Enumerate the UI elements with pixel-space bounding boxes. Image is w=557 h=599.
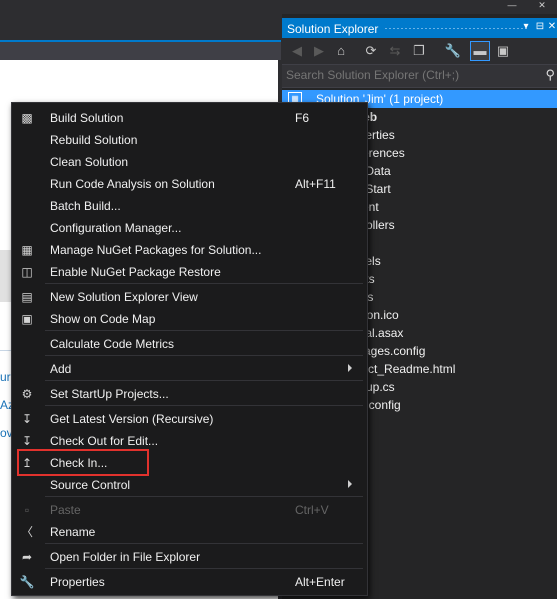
menu-item-batch-build[interactable]: Batch Build... — [12, 195, 367, 217]
dropdown-icon[interactable]: ▾ — [520, 20, 532, 34]
menu-item-label: Rename — [50, 525, 96, 539]
menu-item-label: Batch Build... — [50, 199, 121, 213]
menu-item-clean-solution[interactable]: Clean Solution — [12, 151, 367, 173]
code-map-icon: ▣ — [21, 312, 33, 326]
menu-item-open-folder-in-file-explorer[interactable]: ➦ Open Folder in File Explorer — [12, 546, 367, 568]
menu-item-label: Show on Code Map — [50, 312, 156, 326]
menu-item-paste: ▫ Paste Ctrl+V — [12, 499, 367, 521]
menu-item-label: Check Out for Edit... — [50, 434, 159, 448]
close-icon[interactable]: ✕ — [546, 20, 557, 34]
menu-item-manage-nuget-packages-for-solution[interactable]: ▦ Manage NuGet Packages for Solution... — [12, 239, 367, 261]
menu-item-add[interactable]: Add — [12, 358, 367, 380]
solution-context-menu: ▩ Build Solution F6 Rebuild Solution Clean S… — [11, 102, 368, 596]
pin-icon[interactable]: ⊟ — [534, 20, 546, 34]
menu-separator — [45, 405, 363, 406]
build-icon: ▩ — [21, 111, 33, 125]
page-text-fragment: ur — [0, 370, 11, 384]
window-top-strip: — ✕ — [0, 0, 557, 14]
menu-item-show-on-code-map[interactable]: ▣ Show on Code Map — [12, 308, 367, 330]
menu-item-shortcut: Ctrl+V — [295, 503, 329, 517]
menu-item-label: Build Solution — [50, 111, 124, 125]
menu-item-label: Add — [50, 362, 72, 376]
view-class-diagram-icon[interactable]: ▣ — [494, 42, 512, 60]
gear-icon: ⚙ — [21, 387, 33, 401]
menu-item-source-control[interactable]: Source Control — [12, 474, 367, 496]
preview-icon[interactable]: ▬ — [470, 41, 490, 61]
menu-item-label: Configuration Manager... — [50, 221, 182, 235]
check-out-icon: ↧ — [21, 434, 33, 448]
menu-item-properties[interactable]: 🔧 Properties Alt+Enter — [12, 571, 367, 593]
menu-item-shortcut: Alt+F11 — [295, 177, 336, 191]
menu-separator — [45, 380, 363, 381]
sync-icon[interactable]: ⇆ — [386, 42, 404, 60]
titlebar-grip — [384, 27, 527, 30]
properties-wrench-icon[interactable]: 🔧 — [444, 42, 462, 60]
menu-item-check-out-for-edit[interactable]: ↧ Check Out for Edit... — [12, 430, 367, 452]
menu-item-run-code-analysis-on-solution[interactable]: Run Code Analysis on Solution Alt+F11 — [12, 173, 367, 195]
menu-item-get-latest-version-recursive[interactable]: ↧ Get Latest Version (Recursive) — [12, 408, 367, 430]
minimize-icon[interactable]: — — [505, 0, 519, 10]
menu-item-label: Properties — [50, 575, 105, 589]
menu-separator — [45, 330, 363, 331]
menu-item-label: Check In... — [50, 456, 108, 470]
menu-item-configuration-manager[interactable]: Configuration Manager... — [12, 217, 367, 239]
menu-item-label: Paste — [50, 503, 81, 517]
paste-icon: ▫ — [24, 503, 30, 517]
menu-item-build-solution[interactable]: ▩ Build Solution F6 — [12, 107, 367, 129]
search-input[interactable] — [286, 67, 536, 83]
menu-item-label: Manage NuGet Packages for Solution... — [50, 243, 262, 257]
back-icon[interactable]: ◀ — [288, 42, 306, 60]
package-restore-icon: ◫ — [21, 265, 33, 279]
menu-item-label: Run Code Analysis on Solution — [50, 177, 215, 191]
get-latest-icon: ↧ — [21, 412, 33, 426]
solution-explorer-search[interactable]: ⚲ — [282, 64, 557, 88]
menu-item-label: Set StartUp Projects... — [50, 387, 169, 401]
menu-item-set-startup-projects[interactable]: ⚙ Set StartUp Projects... — [12, 383, 367, 405]
open-folder-icon: ➦ — [21, 550, 33, 564]
menu-item-label: Enable NuGet Package Restore — [50, 265, 221, 279]
forward-icon[interactable]: ▶ — [310, 42, 328, 60]
check-in-icon: ↥ — [21, 456, 33, 470]
menu-item-shortcut: F6 — [295, 111, 310, 125]
document-toolbar — [0, 42, 281, 60]
solution-explorer-titlebar: Solution Explorer ▾ ⊟ ✕ — [282, 18, 557, 38]
submenu-arrow-icon — [348, 364, 352, 372]
menu-item-new-solution-explorer-view[interactable]: ▤ New Solution Explorer View — [12, 286, 367, 308]
menu-item-label: Open Folder in File Explorer — [50, 550, 201, 564]
new-view-icon: ▤ — [21, 290, 33, 304]
menu-item-shortcut: Alt+Enter — [295, 575, 345, 589]
menu-separator — [45, 496, 363, 497]
home-icon[interactable]: ⌂ — [332, 42, 350, 60]
solution-explorer-title: Solution Explorer — [287, 22, 379, 36]
menu-separator — [45, 568, 363, 569]
menu-separator — [45, 283, 363, 284]
history-icon[interactable]: ⟳ — [362, 42, 380, 60]
menu-item-label: New Solution Explorer View — [50, 290, 198, 304]
submenu-arrow-icon — [348, 480, 352, 488]
menu-item-label: Source Control — [50, 478, 131, 492]
menu-item-label: Clean Solution — [50, 155, 129, 169]
menu-separator — [45, 543, 363, 544]
menu-item-check-in[interactable]: ↥ Check In... — [12, 452, 367, 474]
solution-explorer-toolbar: ◀ ▶ ⌂ ⟳ ⇆ ❐ 🔧 ▬ ▣ — [282, 38, 557, 64]
menu-item-label: Rebuild Solution — [50, 133, 138, 147]
menu-item-enable-nuget-package-restore[interactable]: ◫ Enable NuGet Package Restore — [12, 261, 367, 283]
menu-item-label: Get Latest Version (Recursive) — [50, 412, 214, 426]
search-icon[interactable]: ⚲ — [545, 67, 555, 83]
menu-item-label: Calculate Code Metrics — [50, 337, 175, 351]
menu-item-rename[interactable]: 〈 Rename — [12, 521, 367, 543]
document-tab-strip — [0, 20, 281, 42]
menu-item-calculate-code-metrics[interactable]: Calculate Code Metrics — [12, 333, 367, 355]
menu-item-rebuild-solution[interactable]: Rebuild Solution — [12, 129, 367, 151]
close-icon[interactable]: ✕ — [535, 0, 549, 10]
menu-separator — [45, 355, 363, 356]
wrench-icon: 🔧 — [19, 575, 35, 589]
collapse-all-icon[interactable]: ❐ — [410, 42, 428, 60]
rename-icon: 〈 — [20, 525, 33, 539]
nuget-icon: ▦ — [21, 243, 33, 257]
